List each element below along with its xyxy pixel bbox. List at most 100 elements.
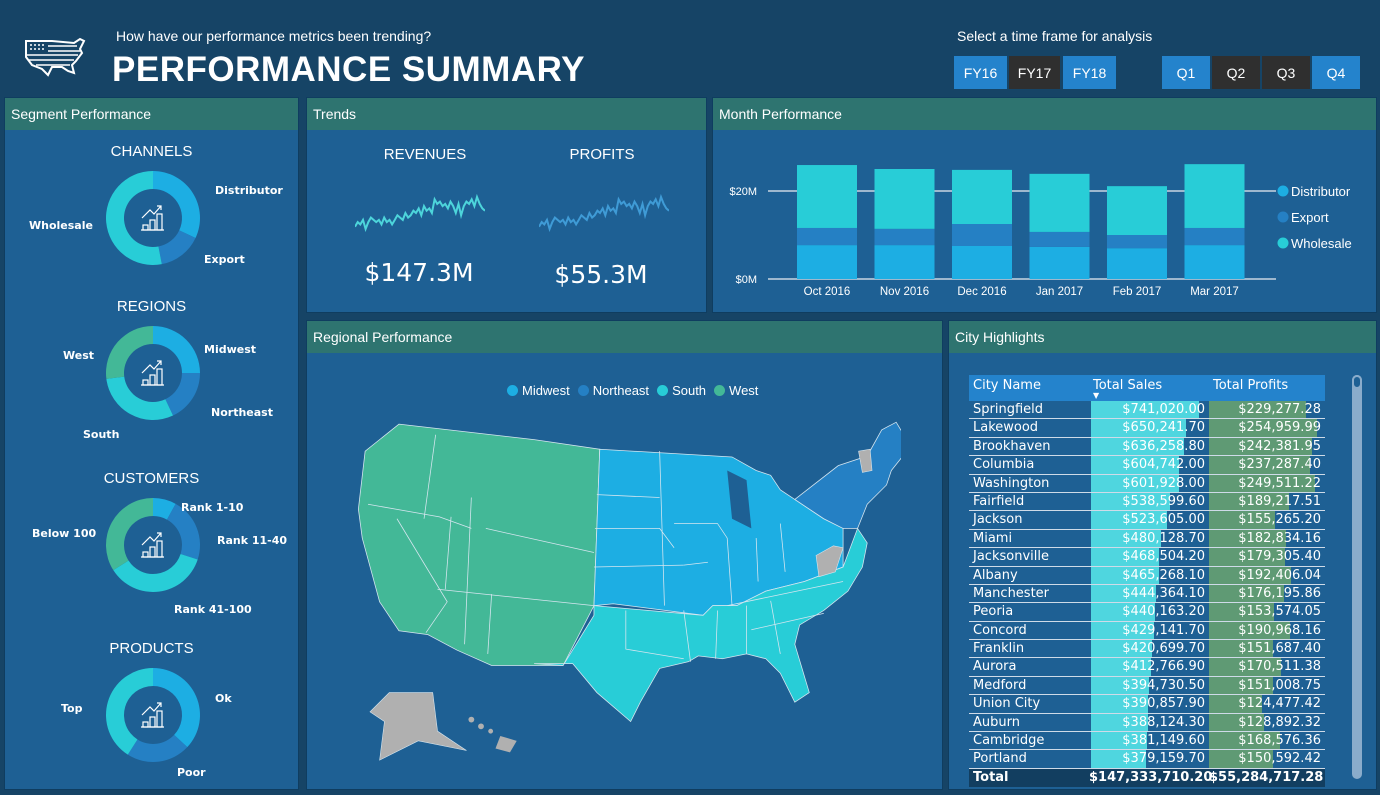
total-sales-cell: $412,766.90 <box>1089 658 1209 676</box>
profits-value: $170,511.38 <box>1238 659 1321 675</box>
total-sales-cell: $394,730.50 <box>1089 676 1209 695</box>
table-row[interactable]: Jackson $523,605.00 $155,265.20 <box>969 511 1325 530</box>
legend-item-west[interactable]: West <box>714 383 758 398</box>
legend-label: West <box>729 383 759 398</box>
table-row[interactable]: Brookhaven $636,258.80 $242,381.95 <box>969 437 1325 457</box>
donut-slice-west[interactable] <box>105 326 153 379</box>
donut-slice-distributor[interactable] <box>153 171 200 239</box>
table-row[interactable]: Medford $394,730.50 $151,008.75 <box>969 676 1325 696</box>
sales-value: $538,599.60 <box>1122 493 1205 509</box>
table-scrollbar[interactable] <box>1352 375 1362 779</box>
bar-segment-distributor <box>797 245 857 279</box>
bar-segment-wholesale <box>952 169 1012 224</box>
total-sales-cell: $468,504.20 <box>1089 548 1209 566</box>
profits-value: $229,277.28 <box>1238 402 1321 417</box>
map-region-west[interactable] <box>357 423 601 666</box>
table-row[interactable]: Miami $480,128.70 $182,834.16 <box>969 529 1325 549</box>
total-sales-cell: $538,599.60 <box>1089 492 1209 511</box>
column-header-profits[interactable]: Total Profits <box>1209 375 1325 401</box>
bar-segment-distributor <box>952 246 1012 279</box>
fy17-button[interactable]: FY17 <box>1009 56 1060 89</box>
sales-value: $741,020.00 <box>1122 402 1205 417</box>
donut-label-rank-41-100: Rank 41-100 <box>174 603 252 616</box>
bar-segment-wholesale <box>874 169 935 229</box>
legend-item-midwest[interactable]: Midwest <box>507 383 570 398</box>
donut-slice-below-100[interactable] <box>105 498 153 571</box>
donut-slice-export[interactable] <box>158 230 196 265</box>
revenues-title: REVENUES <box>383 146 467 163</box>
total-sales: $147,333,710.20 <box>1089 769 1213 785</box>
donut-slice-northeast[interactable] <box>165 373 200 416</box>
panel-title: Regional Performance <box>307 321 942 353</box>
legend-dot-icon <box>714 385 726 396</box>
table-row[interactable]: Albany $465,268.10 $192,406.04 <box>969 566 1325 585</box>
table-row[interactable]: Manchester $444,364.10 $176,195.86 <box>969 584 1325 604</box>
donut-label-wholesale: Wholesale <box>29 219 93 232</box>
q1-button[interactable]: Q1 <box>1162 56 1210 89</box>
table-row[interactable]: Fairfield $538,599.60 $189,217.51 <box>969 492 1325 512</box>
donut-slice-poor[interactable] <box>127 734 188 762</box>
legend-label: Northeast <box>592 383 650 398</box>
bar-segment-wholesale <box>797 165 857 228</box>
fy16-button[interactable]: FY16 <box>954 56 1007 89</box>
q3-button[interactable]: Q3 <box>1262 56 1310 89</box>
donut-label-rank-11-40: Rank 11-40 <box>217 534 288 547</box>
scrollbar-thumb[interactable] <box>1352 375 1362 389</box>
total-profits-cell: $176,195.86 <box>1209 584 1325 603</box>
legend-label: Midwest <box>522 383 570 398</box>
total-profits-cell: $190,968.16 <box>1209 621 1325 640</box>
table-row[interactable]: Jacksonville $468,504.20 $179,305.40 <box>969 548 1325 567</box>
profits-value: $189,217.51 <box>1238 493 1321 509</box>
table-row[interactable]: Portland $379,159.70 $150,592.42 <box>969 750 1325 769</box>
profits-value: $249,511.22 <box>1238 475 1321 491</box>
table-row[interactable]: Springfield $741,020.00 $229,277.28 <box>969 401 1325 420</box>
profits-title: PROFITS <box>569 146 635 163</box>
table-row[interactable]: Union City $390,857.90 $124,477.42 <box>969 695 1325 714</box>
city-name-cell: Fairfield <box>973 493 1025 509</box>
table-row[interactable]: Cambridge $381,149.60 $168,576.36 <box>969 732 1325 751</box>
growth-chart-icon <box>141 360 164 386</box>
bar-segment-distributor <box>1029 246 1090 279</box>
column-header-city[interactable]: City Name <box>969 375 1089 401</box>
total-profits-cell: $170,511.38 <box>1209 658 1325 676</box>
legend-item-south[interactable]: South <box>657 383 706 398</box>
donut-slice-south[interactable] <box>106 376 174 420</box>
q4-button[interactable]: Q4 <box>1312 56 1360 89</box>
legend-item-northeast[interactable]: Northeast <box>577 383 650 398</box>
table-row[interactable]: Peoria $440,163.20 $153,574.05 <box>969 603 1325 622</box>
table-row[interactable]: Washington $601,928.00 $249,511.22 <box>969 474 1325 493</box>
donut-slice-ok[interactable] <box>153 668 200 748</box>
sales-value: $420,699.70 <box>1122 641 1205 657</box>
donut-slice-midwest[interactable] <box>153 326 200 373</box>
city-name-cell: Jacksonville <box>973 549 1049 565</box>
usa-flag-map-icon <box>25 37 86 77</box>
q2-button[interactable]: Q2 <box>1212 56 1260 89</box>
total-profits-cell: $182,834.16 <box>1209 529 1325 548</box>
revenues-kpi: $147.3M <box>364 258 474 287</box>
table-row[interactable]: Lakewood $650,241.70 $254,959.99 <box>969 419 1325 438</box>
profits-value: $128,892.32 <box>1238 714 1321 730</box>
sort-descending-icon[interactable]: ▼ <box>1093 391 1099 400</box>
total-profits-cell: $151,687.40 <box>1209 640 1325 658</box>
bar-segment-distributor <box>874 245 935 279</box>
growth-chart-icon <box>141 702 164 728</box>
page-title: PERFORMANCE SUMMARY <box>112 50 585 89</box>
y-tick-label: $20M <box>729 186 757 198</box>
legend-dot-export <box>1277 211 1289 223</box>
table-row[interactable]: Columbia $604,742.00 $237,287.40 <box>969 456 1325 475</box>
fy18-button[interactable]: FY18 <box>1063 56 1116 89</box>
donut-chart-products <box>106 668 200 762</box>
revenues-sparkline <box>355 193 485 233</box>
table-row[interactable]: Aurora $412,766.90 $170,511.38 <box>969 658 1325 677</box>
table-row[interactable]: Franklin $420,699.70 $151,687.40 <box>969 640 1325 659</box>
growth-chart-icon <box>141 205 164 231</box>
column-header-sales[interactable]: Total Sales ▼ <box>1089 375 1209 401</box>
profits-value: $182,834.16 <box>1238 530 1321 546</box>
table-row[interactable]: Concord $429,141.70 $190,968.16 <box>969 621 1325 641</box>
total-sales-cell: $390,857.90 <box>1089 695 1209 713</box>
table-row[interactable]: Auburn $388,124.30 $128,892.32 <box>969 713 1325 733</box>
donut-label-west: West <box>63 349 95 362</box>
profits-value: $237,287.40 <box>1238 457 1321 473</box>
total-sales-cell: $604,742.00 <box>1089 456 1209 474</box>
total-sales-cell: $741,020.00 <box>1089 401 1209 419</box>
